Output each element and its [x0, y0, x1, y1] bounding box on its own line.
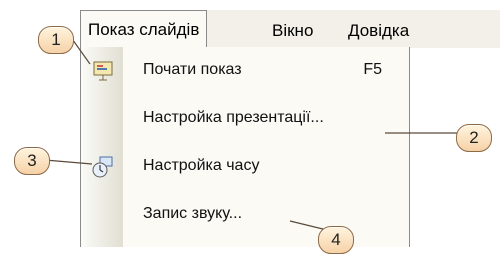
callout-lines [44, 35, 457, 231]
callout-2-label: 2 [469, 128, 479, 147]
callout-1: 1 [38, 26, 74, 54]
callout-3-label: 3 [27, 151, 37, 170]
callout-3: 3 [14, 147, 50, 175]
callout-4: 4 [318, 226, 354, 254]
callout-4-label: 4 [331, 230, 341, 249]
callout-2: 2 [456, 124, 492, 152]
callout-1-label: 1 [51, 30, 61, 49]
